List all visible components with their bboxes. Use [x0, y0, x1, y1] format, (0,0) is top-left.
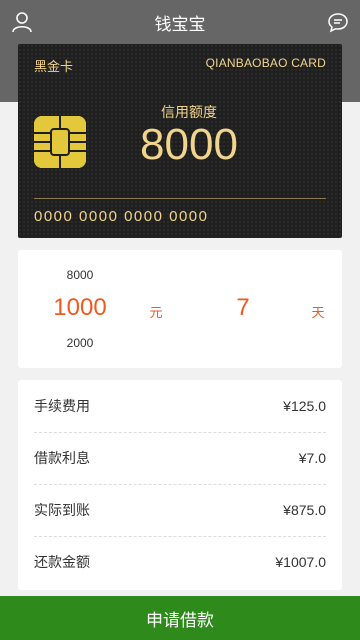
fee-label: 还款金额: [34, 555, 90, 571]
amount-option-prev[interactable]: 8000: [60, 268, 100, 282]
amount-option-next[interactable]: 2000: [60, 336, 100, 350]
credit-limit-value: 8000: [140, 120, 238, 169]
apply-loan-button[interactable]: 申请借款: [0, 596, 360, 640]
fee-label: 实际到账: [34, 503, 90, 519]
card-type-label: 黑金卡: [34, 60, 74, 75]
fee-value: ¥1007.0: [275, 554, 326, 570]
card-divider: [34, 198, 326, 199]
amount-option-selected[interactable]: 1000: [40, 294, 120, 322]
loan-picker: 8000 1000 2000 元 7 天: [18, 250, 342, 368]
chat-icon[interactable]: [326, 10, 350, 34]
user-icon[interactable]: [10, 10, 34, 34]
fee-label: 借款利息: [34, 451, 90, 467]
fee-row: 借款利息 ¥7.0: [34, 432, 326, 484]
fee-row: 手续费用 ¥125.0: [34, 380, 326, 432]
fee-value: ¥7.0: [298, 450, 326, 466]
credit-card: 黑金卡 QIANBAOBAO CARD 信用额度 8000 0000 0000 …: [18, 44, 342, 238]
amount-unit: 元: [149, 306, 163, 321]
fee-row: 还款金额 ¥1007.0: [34, 536, 326, 588]
fee-value: ¥875.0: [283, 502, 326, 518]
fee-summary: 手续费用 ¥125.0 借款利息 ¥7.0 实际到账 ¥875.0 还款金额 ¥…: [18, 380, 342, 590]
top-bar: 钱宝宝: [0, 0, 360, 44]
fee-value: ¥125.0: [283, 398, 326, 414]
page-title: 钱宝宝: [154, 14, 206, 35]
fee-label: 手续费用: [34, 399, 90, 415]
credit-limit-label: 信用额度: [161, 105, 217, 121]
fee-row: 实际到账 ¥875.0: [34, 484, 326, 536]
days-unit: 天: [311, 306, 325, 321]
days-option-selected[interactable]: 7: [228, 294, 258, 322]
card-number: 0000 0000 0000 0000: [34, 208, 209, 225]
card-brand-label: QIANBAOBAO CARD: [205, 56, 326, 70]
